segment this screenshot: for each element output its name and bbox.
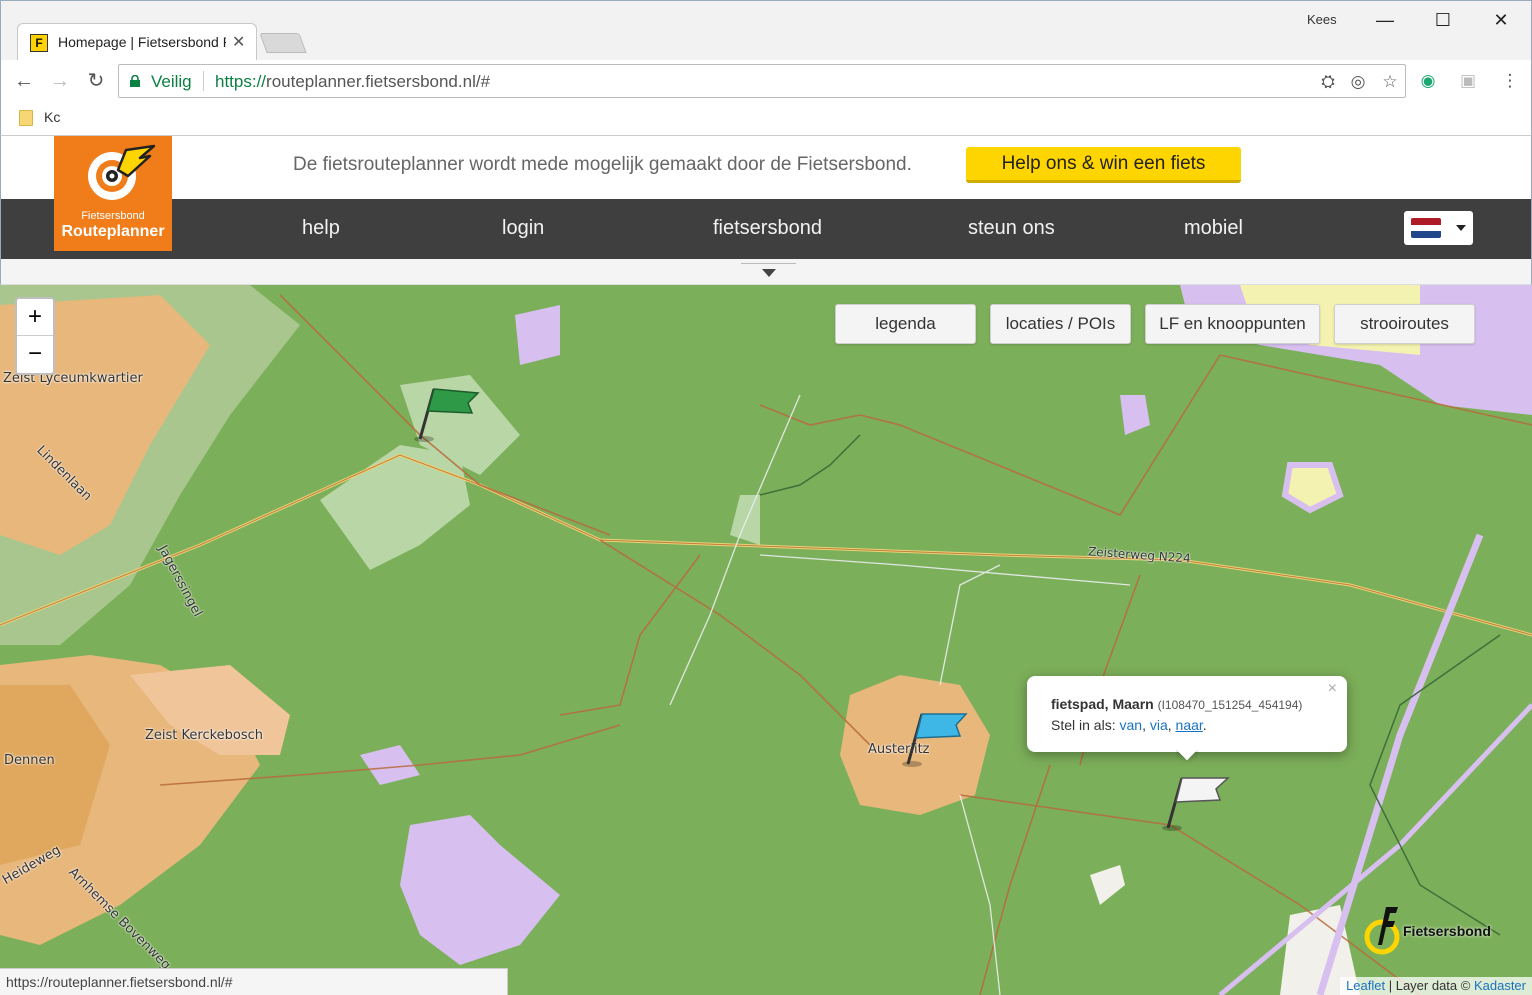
- popup-close-icon[interactable]: ×: [1328, 680, 1337, 698]
- layer-data-text: | Layer data ©: [1385, 978, 1474, 993]
- tab-title: Homepage | Fietsersbond Routeplanner: [58, 34, 226, 50]
- logo-text-routeplanner: Routeplanner: [61, 223, 165, 240]
- secure-label: Veilig: [151, 72, 192, 91]
- browser-menu-icon[interactable]: ⋮: [1499, 70, 1521, 92]
- omnibox[interactable]: Veilig https://routeplanner.fietsersbond…: [118, 64, 1406, 98]
- profile-name[interactable]: Kees: [1307, 12, 1337, 27]
- watermark-text: Fietsersbond: [1403, 923, 1491, 939]
- maximize-icon[interactable]: ☐: [1423, 7, 1463, 33]
- browser-tab-strip: F Homepage | Fietsersbond Routeplanner ✕…: [0, 0, 1532, 61]
- main-nav: help login fietsersbond steun ons mobiel: [0, 199, 1532, 259]
- url-separator: [203, 71, 204, 91]
- site-header: De fietsrouteplanner wordt mede mogelijk…: [0, 136, 1532, 199]
- sub-bar: [0, 259, 1532, 285]
- folder-icon[interactable]: [19, 110, 33, 126]
- favicon-icon: F: [30, 34, 48, 52]
- window-close-icon[interactable]: ✕: [1481, 7, 1521, 33]
- zoom-control: + −: [15, 297, 55, 375]
- address-toolbar: ← → ↻ Veilig https://routeplanner.fietse…: [0, 60, 1532, 102]
- forward-arrow-icon[interactable]: →: [47, 68, 73, 94]
- nav-help[interactable]: help: [302, 217, 340, 240]
- map-tiles: [0, 285, 1532, 995]
- selected-point-flag-marker-icon[interactable]: [1160, 772, 1232, 834]
- lock-icon: [130, 75, 140, 87]
- set-as-via-link[interactable]: via: [1150, 717, 1168, 733]
- nav-login[interactable]: login: [502, 217, 544, 240]
- extension-eye-icon[interactable]: ◉: [1417, 70, 1439, 92]
- minimize-icon[interactable]: —: [1365, 7, 1405, 33]
- map-attribution: Leaflet | Layer data © Kadaster: [1340, 977, 1532, 995]
- set-as-naar-link[interactable]: naar: [1176, 717, 1203, 733]
- back-arrow-icon[interactable]: ←: [11, 68, 37, 94]
- nav-fietsersbond[interactable]: fietsersbond: [713, 217, 822, 240]
- map-label-kerckebosch: Zeist Kerckebosch: [145, 728, 264, 743]
- leaflet-link[interactable]: Leaflet: [1346, 978, 1385, 993]
- browser-status-url: https://routeplanner.fietsersbond.nl/#: [0, 968, 508, 995]
- lf-knooppunten-button[interactable]: LF en knooppunten: [1145, 304, 1320, 344]
- zoom-in-button[interactable]: +: [17, 299, 53, 336]
- language-select[interactable]: [1404, 211, 1473, 245]
- tab-close-icon[interactable]: ✕: [232, 32, 245, 52]
- popup-actions: Stel in als: van, via, naar.: [1051, 717, 1207, 733]
- dutch-flag-icon: [1411, 218, 1441, 238]
- logo-text-fietsersbond: Fietsersbond: [81, 210, 145, 222]
- strooiroutes-button[interactable]: strooiroutes: [1334, 304, 1475, 344]
- legend-button[interactable]: legenda: [835, 304, 976, 344]
- url-scheme: https://: [215, 72, 267, 91]
- cookie-blocked-icon[interactable]: ⛭: [1317, 71, 1339, 93]
- popup-title: fietspad, Maarn: [1051, 696, 1154, 712]
- expand-panel-toggle[interactable]: [741, 263, 796, 281]
- popup-set-as-label: Stel in als:: [1051, 717, 1116, 733]
- map-label-dennen: Dennen: [4, 753, 55, 768]
- sponsor-text: De fietsrouteplanner wordt mede mogelijk…: [293, 154, 912, 175]
- locations-pois-button[interactable]: locaties / POIs: [990, 304, 1131, 344]
- popup-id: (I108470_151254_454194): [1157, 698, 1303, 712]
- start-flag-marker-icon[interactable]: [412, 383, 484, 445]
- url-host: routeplanner.fietsersbond.nl: [266, 72, 476, 91]
- location-icon[interactable]: ◎: [1347, 71, 1369, 93]
- fietsersbond-watermark: Fietsersbond: [1362, 903, 1522, 955]
- popup-tip: [1176, 750, 1198, 764]
- point-popup: × fietspad, Maarn (I108470_151254_454194…: [1027, 676, 1347, 752]
- bookmark-folder-label[interactable]: Kc: [44, 109, 60, 125]
- url-text[interactable]: https://routeplanner.fietsersbond.nl/#: [215, 72, 490, 92]
- bookmarks-bar: Kc: [0, 102, 1532, 136]
- set-as-van-link[interactable]: van: [1119, 717, 1142, 733]
- fietsersbond-logo-icon: [1364, 907, 1400, 955]
- donate-win-bike-button[interactable]: Help ons & win een fiets: [966, 147, 1241, 183]
- zoom-out-button[interactable]: −: [17, 336, 53, 373]
- browser-tab[interactable]: F Homepage | Fietsersbond Routeplanner ✕: [17, 23, 257, 61]
- chevron-down-icon: [1456, 225, 1466, 231]
- site-logo[interactable]: Fietsersbond Routeplanner: [54, 136, 172, 251]
- via-flag-marker-icon[interactable]: [900, 708, 972, 770]
- popup-title-line: fietspad, Maarn (I108470_151254_454194): [1051, 696, 1302, 712]
- nav-mobiel[interactable]: mobiel: [1184, 217, 1243, 240]
- kadaster-link[interactable]: Kadaster: [1474, 978, 1526, 993]
- new-tab-button[interactable]: [259, 33, 307, 53]
- extension-pdf-icon[interactable]: ▣: [1457, 70, 1479, 92]
- reload-icon[interactable]: ↻: [83, 68, 109, 94]
- url-path: /#: [475, 72, 491, 91]
- bookmark-star-icon[interactable]: ☆: [1379, 71, 1401, 93]
- nav-steun-ons[interactable]: steun ons: [968, 217, 1055, 240]
- bike-bell-logo-icon: [88, 144, 156, 200]
- map-canvas[interactable]: Zeist Lyceumkwartier Lindenlaan Jagerssi…: [0, 285, 1532, 995]
